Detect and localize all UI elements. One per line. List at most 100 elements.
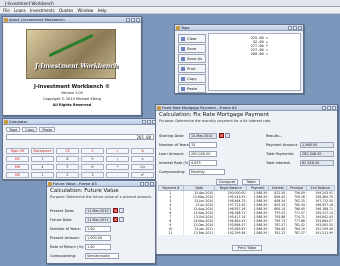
future-value-window: Future Value - Frame #3 Calculation: Fut… [46, 180, 156, 264]
about-version: Version 1.00 [61, 91, 83, 95]
clear-icon [181, 37, 185, 41]
app-title: J-Investment Workbench [5, 1, 54, 6]
minimize-icon[interactable] [126, 18, 130, 22]
calc-key[interactable]: ± [131, 156, 154, 162]
tape-save-button[interactable]: Save [178, 44, 206, 53]
future-date-label: Future Date: [50, 218, 73, 222]
calc-key[interactable]: 3 [81, 172, 104, 178]
calc-key[interactable]: MC [6, 156, 29, 162]
calc-key[interactable]: Backspace [31, 148, 54, 154]
future-value-titlebar[interactable]: Future Value - Frame #3 [47, 181, 155, 187]
menu-loans[interactable]: Loans [14, 8, 26, 13]
tape-copy-button[interactable]: Copy [178, 74, 206, 83]
growth-arrow-icon [48, 33, 94, 58]
close-icon[interactable] [298, 26, 302, 30]
calc-key[interactable]: / [106, 156, 129, 162]
tape-output[interactable]: 225.00 + 52.00 + 277.00 * 227.00 + 260.0… [208, 33, 301, 91]
interest-rate-field[interactable]: 4.875 [189, 160, 217, 166]
calc-key[interactable]: 1/x [131, 164, 154, 170]
close-icon[interactable] [332, 106, 336, 110]
minimize-icon[interactable] [322, 106, 326, 110]
future-date-field[interactable]: 11-Mar-2011 [85, 217, 111, 223]
logo-text: J-Investment Workbench [35, 63, 119, 70]
menu-help[interactable]: Help [98, 8, 107, 13]
tape-save-as-button[interactable]: Save As [178, 54, 206, 63]
tape-paste-button[interactable]: Paste [178, 84, 206, 93]
rate-of-return-label: Rate of Return (%): [50, 245, 85, 249]
calc-key[interactable]: - [106, 172, 129, 178]
calculator-window: Calculator Tape Copy Paste 265.00 Tape O… [2, 118, 158, 180]
menu-investments[interactable]: Investments [30, 8, 55, 13]
mortgage-window-title: Fixed Rate Mortgage Payment - Frame #2 [162, 106, 238, 110]
menu-file[interactable]: File [3, 8, 10, 13]
future-value-window-title: Future Value - Frame #3 [53, 182, 97, 186]
present-date-field[interactable]: 11-Mar-2010 [85, 208, 111, 214]
paste-icon [181, 87, 185, 91]
menu-bar: File Loans Investments Quotes Window Hel… [0, 7, 340, 14]
calc-key[interactable]: 5 [56, 164, 79, 170]
maximize-icon[interactable] [131, 18, 135, 22]
about-window-titlebar[interactable]: About J-Investment Workbench [3, 17, 141, 23]
clear-date-icon[interactable]: × [113, 208, 118, 213]
present-amount-field[interactable]: 1,000.00 [85, 235, 111, 241]
amortization-table-container[interactable]: Payment # Date Begin Balance Payment Interes… [158, 185, 335, 243]
clear-date-icon[interactable]: × [219, 133, 224, 138]
calendar-icon[interactable] [119, 208, 124, 213]
minimize-icon[interactable] [142, 120, 146, 124]
calc-key[interactable]: 2 [56, 172, 79, 178]
loan-amount-field[interactable]: 200,000.00 [189, 151, 217, 157]
maximize-icon[interactable] [145, 182, 149, 186]
calendar-icon[interactable] [119, 217, 124, 222]
tape-window-titlebar[interactable]: Tape [175, 25, 303, 31]
calc-key[interactable]: C [81, 148, 104, 154]
calc-paste-button[interactable]: Paste [39, 127, 56, 132]
tape-clear-button[interactable]: Clear [178, 34, 206, 43]
fv-compounding-select[interactable]: Semiannually [85, 253, 119, 259]
calc-key[interactable]: CE [56, 148, 79, 154]
rate-of-return-field[interactable]: 1.00 [85, 244, 111, 250]
calendar-icon[interactable] [225, 133, 230, 138]
amortization-table: Payment # Date Begin Balance Payment Interes… [158, 185, 335, 235]
fv-years-field[interactable]: 1.00 [85, 226, 111, 232]
total-interest-value: 82,346.20 [300, 160, 334, 166]
close-icon[interactable] [136, 18, 140, 22]
calc-key[interactable]: 9 [81, 156, 104, 162]
calc-key[interactable]: 7 [31, 156, 54, 162]
menu-quotes[interactable]: Quotes [59, 8, 73, 13]
table-cell: 1,568.59 [246, 231, 270, 235]
payment-amount-label: Payment Amount: [266, 143, 299, 147]
calculator-title: Calculator [9, 120, 28, 124]
calc-key[interactable]: * [106, 164, 129, 170]
calc-key[interactable]: MS [6, 172, 29, 178]
close-icon[interactable] [150, 182, 154, 186]
menu-window[interactable]: Window [78, 8, 94, 13]
calc-key[interactable]: √ [106, 148, 129, 154]
calc-key[interactable]: 8 [56, 156, 79, 162]
calc-tape-button[interactable]: Tape [6, 127, 21, 132]
present-amount-label: Present Amount: [50, 236, 80, 240]
minimize-icon[interactable] [288, 26, 292, 30]
maximize-icon[interactable] [147, 120, 151, 124]
calc-key[interactable]: x² [131, 172, 154, 178]
calculator-titlebar[interactable]: Calculator [3, 119, 157, 125]
calc-key[interactable]: % [131, 148, 154, 154]
app-icon [4, 18, 8, 22]
maximize-icon[interactable] [327, 106, 331, 110]
years-field[interactable]: 15 [189, 142, 217, 148]
calc-key[interactable]: 4 [31, 164, 54, 170]
tape-print-button[interactable]: Print [178, 64, 206, 73]
column-header[interactable]: Payment # [158, 185, 185, 191]
maximize-icon[interactable] [293, 26, 297, 30]
mortgage-titlebar[interactable]: Fixed Rate Mortgage Payment - Frame #2 [156, 105, 337, 111]
minimize-icon[interactable] [140, 182, 144, 186]
print-table-button[interactable]: Print Table [232, 245, 262, 251]
starting-date-field[interactable]: 13-Mar-2010 [189, 133, 217, 139]
calc-key[interactable]: Tape Off [6, 148, 29, 154]
calc-key[interactable]: 1 [31, 172, 54, 178]
compounding-select[interactable]: Monthly [189, 169, 225, 175]
calc-copy-button[interactable]: Copy [22, 127, 38, 132]
calc-key[interactable]: MR [6, 164, 29, 170]
calc-key[interactable]: 6 [81, 164, 104, 170]
table-row[interactable]: 11 13-Feb-2011 192,299.36 1,568.59 781.22 787… [158, 231, 335, 235]
clear-date-icon[interactable]: × [113, 217, 118, 222]
